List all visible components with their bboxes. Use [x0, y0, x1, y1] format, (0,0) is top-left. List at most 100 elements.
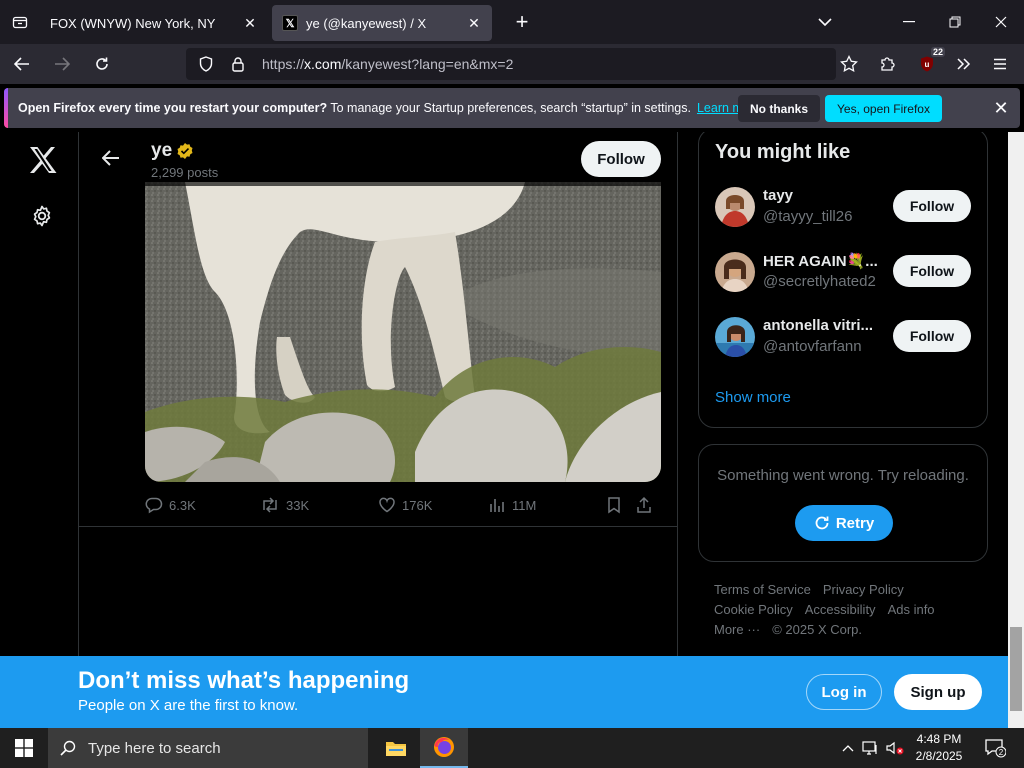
restore-window-button[interactable] — [932, 0, 978, 44]
close-notification-icon[interactable]: ✕ — [989, 96, 1013, 120]
verified-badge-icon — [177, 143, 193, 159]
login-button[interactable]: Log in — [806, 674, 882, 710]
retry-button[interactable]: Retry — [795, 505, 893, 541]
close-window-button[interactable] — [978, 0, 1024, 44]
cookie-link[interactable]: Cookie Policy — [714, 602, 793, 617]
accessibility-link[interactable]: Accessibility — [805, 602, 876, 617]
suggestion-handle: @secretlyhated2 — [763, 273, 876, 290]
post-image[interactable] — [145, 182, 661, 482]
profile-name: ye — [151, 140, 173, 161]
reload-icon[interactable] — [84, 48, 120, 80]
follow-button[interactable]: Follow — [893, 255, 971, 287]
post-divider — [79, 526, 677, 527]
avatar[interactable] — [715, 252, 755, 292]
like-button[interactable]: 176K — [378, 496, 488, 514]
like-count: 176K — [402, 497, 433, 513]
clock-time: 4:48 PM — [916, 732, 962, 746]
share-button[interactable] — [636, 496, 656, 514]
chevron-down-icon[interactable] — [802, 0, 848, 44]
signup-button[interactable]: Sign up — [894, 674, 982, 710]
who-to-follow-title: You might like — [715, 141, 851, 163]
browser-tab-strip: FOX (WNYW) New York, NY ✕ 𝕏 ye (@kanyewe… — [0, 0, 1024, 44]
gear-icon[interactable] — [30, 204, 54, 233]
startup-notification-bar: Open Firefox every time you restart your… — [4, 88, 1020, 128]
list-all-tabs-icon[interactable] — [0, 0, 40, 44]
ads-info-link[interactable]: Ads info — [888, 602, 935, 617]
right-sidebar: You might like tayy @tayyy_till26 Follow… — [698, 132, 988, 728]
error-message: Something went wrong. Try reloading. — [717, 467, 969, 484]
reply-button[interactable]: 6.3K — [145, 496, 260, 514]
follow-button[interactable]: Follow — [893, 320, 971, 352]
follow-button[interactable]: Follow — [893, 190, 971, 222]
post-action-bar: 6.3K 33K 176K 11M — [145, 492, 661, 518]
scrollbar-thumb[interactable] — [1010, 627, 1022, 711]
volume-muted-icon[interactable] — [884, 728, 906, 768]
browser-tab-x[interactable]: 𝕏 ye (@kanyewest) / X ✕ — [272, 5, 492, 41]
profile-name-row: ye — [151, 140, 194, 162]
windows-start-icon[interactable] — [0, 728, 48, 768]
shield-icon[interactable] — [194, 56, 218, 72]
browser-tab-fox[interactable]: FOX (WNYW) New York, NY ✕ — [40, 5, 268, 41]
reply-icon — [145, 497, 163, 514]
suggestion-item[interactable]: HER AGAIN💐... @secretlyhated2 Follow — [715, 250, 973, 294]
network-icon[interactable] — [860, 728, 882, 768]
back-arrow-icon[interactable] — [93, 140, 129, 176]
avatar[interactable] — [715, 187, 755, 227]
address-bar[interactable]: https://x.com/kanyewest?lang=en&mx=2 — [186, 48, 836, 80]
suggestion-item[interactable]: tayy @tayyy_till26 Follow — [715, 185, 973, 229]
retry-label: Retry — [835, 514, 875, 532]
extensions-puzzle-icon[interactable] — [872, 48, 904, 80]
bookmark-star-icon[interactable] — [833, 48, 865, 80]
terms-link[interactable]: Terms of Service — [714, 582, 811, 597]
search-icon — [60, 740, 76, 756]
tab-title: FOX (WNYW) New York, NY — [50, 15, 216, 31]
profile-post-count: 2,299 posts — [151, 165, 219, 180]
banner-headline: Don’t miss what’s happening — [78, 667, 410, 694]
suggestion-handle: @antovfarfann — [763, 338, 862, 355]
file-explorer-icon[interactable] — [372, 728, 420, 768]
close-tab-icon[interactable]: ✕ — [242, 15, 258, 32]
sidebar-footer: Terms of Service Privacy Policy Cookie Po… — [714, 580, 984, 640]
share-icon — [637, 496, 651, 513]
repost-icon — [263, 497, 277, 513]
ublock-extension-icon[interactable]: u 22 — [911, 47, 945, 80]
reply-count: 6.3K — [169, 497, 196, 513]
profile-header: ye 2,299 posts Follow — [79, 132, 677, 186]
refresh-icon — [815, 516, 829, 530]
hamburger-menu-icon[interactable] — [984, 48, 1016, 80]
firefox-taskbar-icon[interactable] — [420, 728, 468, 768]
back-arrow-icon[interactable] — [4, 48, 40, 80]
avatar[interactable] — [715, 317, 755, 357]
trends-error-card: Something went wrong. Try reloading. Ret… — [698, 444, 988, 562]
lock-icon[interactable] — [226, 56, 250, 72]
forward-arrow-icon[interactable] — [44, 48, 80, 80]
who-to-follow-card: You might like tayy @tayyy_till26 Follow… — [698, 132, 988, 428]
follow-button[interactable]: Follow — [581, 141, 661, 177]
taskbar-search[interactable]: Type here to search — [48, 728, 368, 768]
views-button[interactable]: 11M — [488, 496, 606, 514]
repost-button[interactable]: 33K — [260, 496, 378, 514]
x-logo-icon[interactable] — [28, 146, 58, 179]
heart-icon — [379, 497, 395, 513]
no-thanks-button[interactable]: No thanks — [738, 95, 821, 122]
privacy-link[interactable]: Privacy Policy — [823, 582, 904, 597]
close-tab-icon[interactable]: ✕ — [466, 15, 482, 32]
minimize-window-button[interactable] — [886, 0, 932, 44]
action-center-icon[interactable]: 2 — [980, 728, 1010, 768]
copyright: © 2025 X Corp. — [772, 622, 863, 637]
view-count: 11M — [512, 497, 537, 513]
new-tab-button[interactable]: + — [504, 9, 540, 35]
search-placeholder: Type here to search — [88, 739, 221, 757]
show-more-link[interactable]: Show more — [715, 389, 791, 406]
signup-banner: Don’t miss what’s happening People on X … — [0, 656, 1008, 728]
windows-taskbar: Type here to search 4:48 PM 2/8/2025 2 — [0, 728, 1024, 768]
page-scrollbar[interactable] — [1008, 132, 1024, 728]
yes-open-firefox-button[interactable]: Yes, open Firefox — [825, 95, 942, 122]
bookmark-button[interactable] — [606, 496, 636, 514]
show-hidden-icons-chevron[interactable] — [838, 728, 858, 768]
more-link[interactable]: More ··· — [714, 622, 760, 637]
taskbar-clock[interactable]: 4:48 PM 2/8/2025 — [904, 731, 974, 765]
suggestion-item[interactable]: antonella vitri... @antovfarfann Follow — [715, 315, 973, 359]
more-tools-chevron-icon[interactable] — [948, 48, 980, 80]
views-chart-icon — [490, 499, 504, 512]
